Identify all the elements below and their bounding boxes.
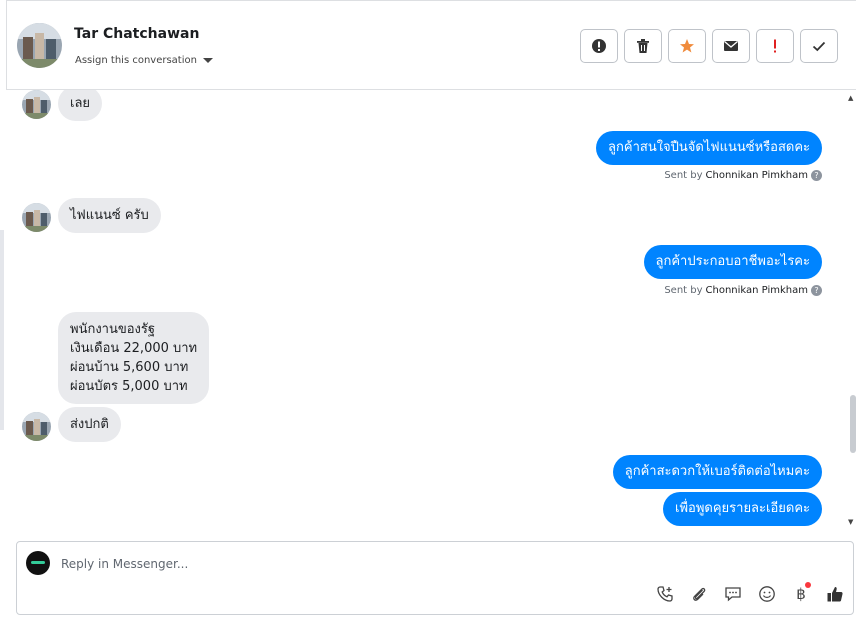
chat-bubble-icon	[725, 587, 741, 602]
help-icon[interactable]: ?	[811, 285, 822, 296]
sent-by-label: Sent by Chonnikan Pimkham ?	[664, 285, 822, 296]
composer-toolbar: ฿	[655, 582, 845, 604]
sent-by-prefix: Sent by	[664, 285, 703, 296]
page-avatar	[26, 551, 50, 575]
incoming-message: เลย	[58, 90, 103, 121]
thumbs-up-icon	[827, 587, 843, 602]
message-line: พนักงานของรัฐ	[70, 322, 156, 337]
scrollbar-thumb[interactable]	[850, 395, 856, 453]
left-panel-edge	[0, 230, 4, 430]
phone-plus-icon	[657, 586, 673, 602]
incoming-message: ไฟแนนซ์ ครับ	[58, 198, 161, 233]
mark-unread-button[interactable]	[712, 29, 750, 63]
add-call-button[interactable]	[655, 584, 675, 604]
reply-composer: ฿	[16, 541, 854, 615]
attach-button[interactable]	[689, 584, 709, 604]
conversation-header: Tar Chatchawan Assign this conversation	[6, 0, 856, 90]
conversation-actions	[580, 29, 838, 63]
saved-replies-button[interactable]	[723, 584, 743, 604]
caret-down-icon	[202, 58, 213, 63]
message-line: เงินเดือน 22,000 บาท	[70, 341, 198, 356]
outgoing-message: ลูกค้าสนใจปืนจัดไฟแนนซ์หรือสดคะ	[596, 131, 822, 165]
contact-name: Tar Chatchawan	[74, 26, 200, 42]
smiley-icon	[759, 586, 775, 602]
sent-by-name: Chonnikan Pimkham	[705, 170, 808, 181]
baht-icon: ฿	[796, 585, 806, 603]
contact-avatar-small[interactable]	[22, 203, 51, 232]
spam-icon	[592, 39, 606, 53]
sent-by-prefix: Sent by	[664, 170, 703, 181]
incoming-message: ส่งปกติ	[58, 407, 121, 442]
scroll-up-arrow[interactable]: ▲	[848, 94, 856, 104]
contact-avatar-small[interactable]	[22, 412, 51, 441]
envelope-icon	[724, 41, 738, 51]
message-line: ผ่อนบ้าน 5,600 บาท	[70, 360, 189, 375]
sent-by-label: Sent by Chonnikan Pimkham ?	[664, 170, 822, 181]
contact-avatar[interactable]	[17, 23, 62, 68]
outgoing-message: ลูกค้าประกอบอาชีพอะไรคะ	[643, 245, 822, 279]
exclamation-icon	[774, 39, 776, 53]
follow-up-button[interactable]	[756, 29, 794, 63]
check-icon	[812, 41, 826, 52]
assign-conversation-dropdown[interactable]: Assign this conversation	[75, 55, 213, 66]
payment-button[interactable]: ฿	[791, 582, 811, 604]
mark-done-button[interactable]	[800, 29, 838, 63]
send-like-button[interactable]	[825, 584, 845, 604]
reply-input[interactable]	[61, 554, 761, 574]
assign-label: Assign this conversation	[75, 55, 197, 66]
delete-button[interactable]	[624, 29, 662, 63]
outgoing-message: ลูกค้าสะดวกให้เบอร์ติดต่อไหมคะ	[612, 455, 822, 489]
mark-spam-button[interactable]	[580, 29, 618, 63]
star-button[interactable]	[668, 29, 706, 63]
contact-avatar-small[interactable]	[22, 90, 51, 119]
paperclip-icon	[693, 587, 706, 601]
trash-icon	[637, 39, 649, 53]
sent-by-name: Chonnikan Pimkham	[705, 285, 808, 296]
notification-dot	[805, 582, 811, 588]
outgoing-message: เพื่อพูดคุยรายละเอียดคะ	[663, 492, 822, 526]
scroll-down-arrow[interactable]: ▼	[848, 518, 856, 528]
star-icon	[680, 39, 694, 53]
message-line: ผ่อนบัตร 5,000 บาท	[70, 379, 188, 394]
emoji-button[interactable]	[757, 584, 777, 604]
incoming-message-multiline: พนักงานของรัฐ เงินเดือน 22,000 บาท ผ่อนบ…	[58, 312, 210, 404]
message-thread[interactable]: ▲ ▼ เลย ลูกค้าสนใจปืนจัดไฟแนนซ์หรือสดคะ …	[6, 90, 856, 530]
help-icon[interactable]: ?	[811, 170, 822, 181]
